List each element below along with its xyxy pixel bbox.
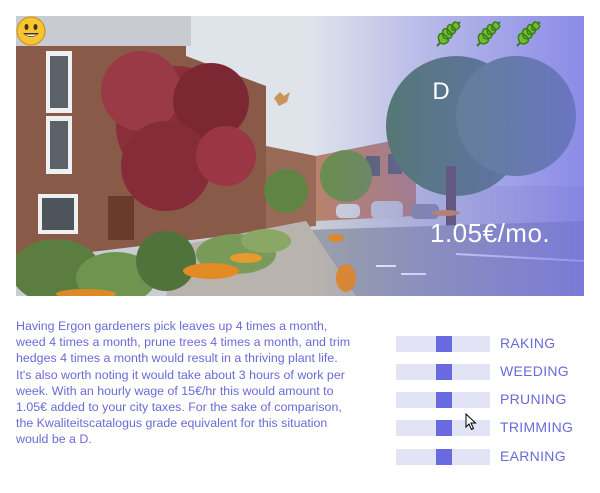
slider-label: RAKING — [500, 335, 556, 351]
slider-label: EARNING — [500, 448, 566, 464]
slider-pruning[interactable]: PRUNING — [396, 391, 586, 408]
slider-thumb[interactable] — [436, 420, 452, 436]
slider-label: WEEDING — [500, 363, 569, 379]
slider-track[interactable] — [396, 392, 490, 408]
tinted-overlay — [16, 16, 584, 296]
slider-label: TRIMMING — [500, 419, 574, 435]
slider-weeding[interactable]: WEEDING — [396, 363, 586, 380]
grade-letter: D — [432, 78, 450, 105]
slider-track[interactable] — [396, 449, 490, 465]
slider-track[interactable] — [396, 364, 490, 380]
monthly-price: 1.05€/mo. — [430, 218, 551, 248]
leaf-icon — [436, 21, 461, 47]
street-view-image: D 1.05€/mo. — [16, 16, 584, 296]
slider-trimming[interactable]: TRIMMING — [396, 419, 586, 436]
slider-thumb[interactable] — [436, 449, 452, 465]
smiley-face-icon — [16, 16, 46, 46]
slider-track[interactable] — [396, 336, 490, 352]
slider-thumb[interactable] — [436, 392, 452, 408]
mouse-cursor-icon — [465, 413, 477, 431]
slider-earning[interactable]: EARNING — [396, 448, 586, 465]
slider-raking[interactable]: RAKING — [396, 335, 586, 352]
slider-thumb[interactable] — [436, 336, 452, 352]
leaf-icon — [476, 21, 501, 47]
scenario-description: Having Ergon gardeners pick leaves up 4 … — [16, 319, 351, 447]
slider-label: PRUNING — [500, 391, 567, 407]
slider-thumb[interactable] — [436, 364, 452, 380]
leaf-icon — [516, 21, 541, 47]
